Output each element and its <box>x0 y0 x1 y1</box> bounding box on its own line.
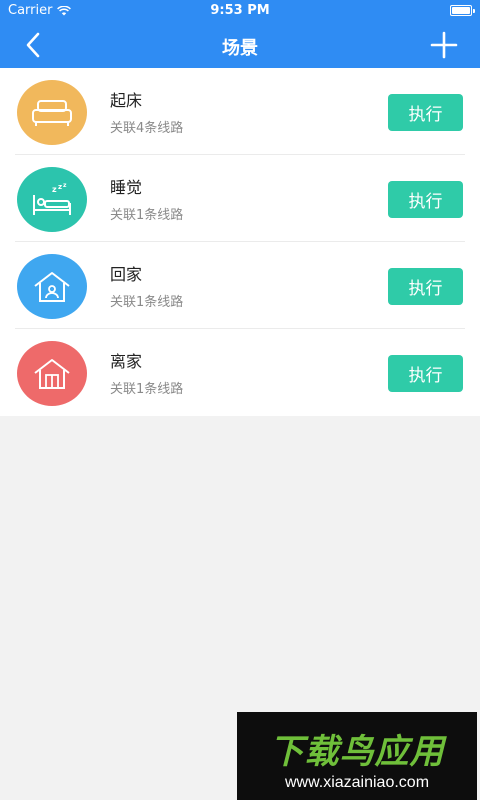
scene-name: 起床 <box>110 91 143 110</box>
execute-button[interactable]: 执行 <box>388 181 463 218</box>
svg-text:z: z <box>52 185 57 194</box>
watermark-logo: 下载鸟应用 <box>269 732 445 772</box>
home-person-icon <box>34 271 70 302</box>
scene-icon-circle <box>17 80 87 145</box>
sleep-icon: z z z <box>33 183 71 215</box>
scene-row-come-home: 回家 关联1条线路 执行 <box>0 242 480 329</box>
scene-row-get-up: 起床 关联4条线路 执行 <box>0 68 480 155</box>
plus-icon[interactable] <box>430 31 458 59</box>
watermark-url: www.xiazainiao.com <box>284 774 430 791</box>
status-bar: Carrier 9:53 PM <box>0 0 480 22</box>
scene-subtitle: 关联1条线路 <box>110 382 184 397</box>
execute-button[interactable]: 执行 <box>388 268 463 305</box>
bed-icon <box>32 99 72 126</box>
page-title: 场景 <box>222 38 258 59</box>
scene-row-leave-home: 离家 关联1条线路 执行 <box>0 329 480 416</box>
execute-button[interactable]: 执行 <box>388 355 463 392</box>
scene-icon-circle <box>17 254 87 319</box>
scene-row-sleep: z z z 睡觉 关联1条线路 执行 <box>0 155 480 242</box>
scene-name: 睡觉 <box>110 178 143 197</box>
status-time: 9:53 PM <box>210 3 270 18</box>
watermark: 下载鸟应用 www.xiazainiao.com <box>237 712 477 800</box>
scene-name: 离家 <box>110 352 143 371</box>
scene-subtitle: 关联1条线路 <box>110 295 184 310</box>
scene-name: 回家 <box>110 265 143 284</box>
scene-subtitle: 关联4条线路 <box>110 121 184 136</box>
scene-subtitle: 关联1条线路 <box>110 208 184 223</box>
home-door-icon <box>34 358 70 389</box>
scene-icon-circle: z z z <box>17 167 87 232</box>
battery-icon <box>450 5 475 16</box>
scene-screen: Carrier 9:53 PM 场景 起床 关联4条线路 执行 z z z 睡觉… <box>0 0 480 800</box>
execute-button[interactable]: 执行 <box>388 94 463 131</box>
scene-list: 起床 关联4条线路 执行 z z z 睡觉 关联1条线路 执行 回家 关联1条线… <box>0 68 480 416</box>
nav-bar: 场景 <box>0 22 480 68</box>
scene-icon-circle <box>17 341 87 406</box>
svg-text:z: z <box>58 183 62 191</box>
svg-text:z: z <box>63 183 67 189</box>
